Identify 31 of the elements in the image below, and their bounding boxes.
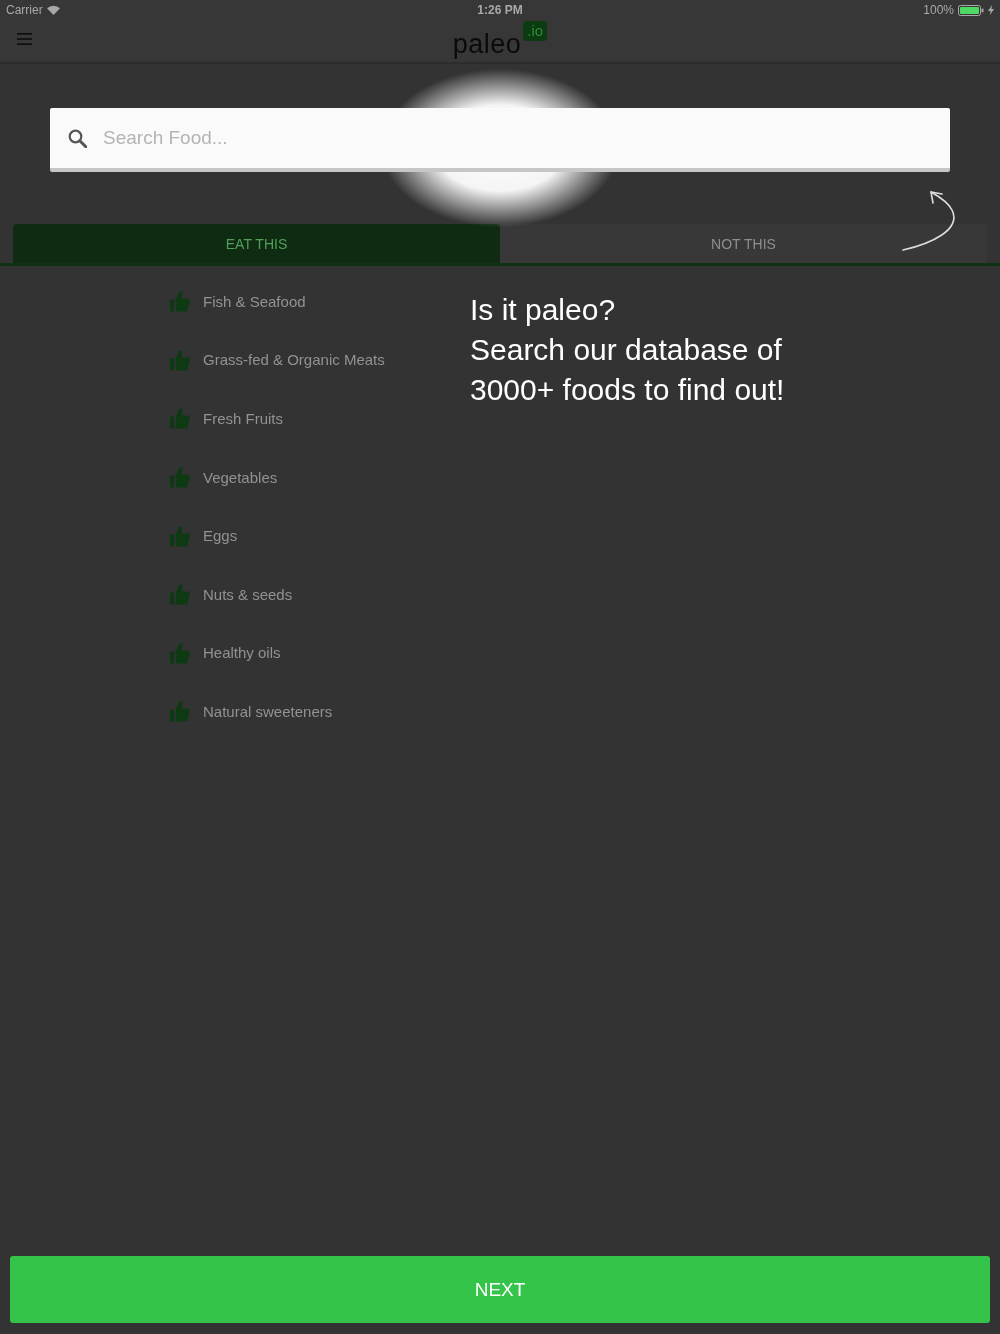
- logo-badge: .io: [523, 20, 548, 41]
- clock-time: 1:26 PM: [477, 3, 523, 17]
- menu-icon[interactable]: [17, 33, 32, 45]
- food-category-label: Eggs: [203, 527, 238, 545]
- thumbs-up-icon: [170, 348, 190, 371]
- tab[interactable]: EAT THIS: [13, 224, 500, 263]
- food-category-label: Healthy oils: [203, 644, 281, 662]
- battery-icon: [958, 4, 984, 16]
- next-button[interactable]: NEXT: [10, 1256, 990, 1323]
- thumbs-up-icon: [170, 700, 190, 723]
- food-category-label: Vegetables: [203, 468, 278, 486]
- wifi-icon: [46, 5, 60, 15]
- battery-percent: 100%: [923, 3, 954, 17]
- search-icon: [68, 129, 87, 148]
- thumbs-up-icon: [170, 407, 190, 430]
- thumbs-up-icon: [170, 583, 190, 606]
- thumbs-up-icon: [170, 524, 190, 547]
- food-category-label: Natural sweeteners: [203, 702, 333, 720]
- coach-mark-text: 3000+ foods to find out!: [470, 372, 785, 408]
- coach-mark-text: Is it paleo?: [470, 292, 616, 328]
- coach-mark-text: Search our database of: [470, 332, 782, 368]
- carrier-label: Carrier: [6, 3, 43, 17]
- thumbs-up-icon: [170, 290, 190, 313]
- tab[interactable]: NOT THIS: [500, 224, 987, 263]
- food-category-label: Fish & Seafood: [203, 292, 306, 310]
- search-field[interactable]: Search Food...: [50, 108, 950, 172]
- food-category-label: Grass-fed & Organic Meats: [203, 351, 385, 369]
- thumbs-up-icon: [170, 466, 190, 489]
- food-category-label: Fresh Fruits: [203, 410, 283, 427]
- thumbs-up-icon: [170, 641, 190, 664]
- food-category-label: Nuts & seeds: [203, 585, 293, 603]
